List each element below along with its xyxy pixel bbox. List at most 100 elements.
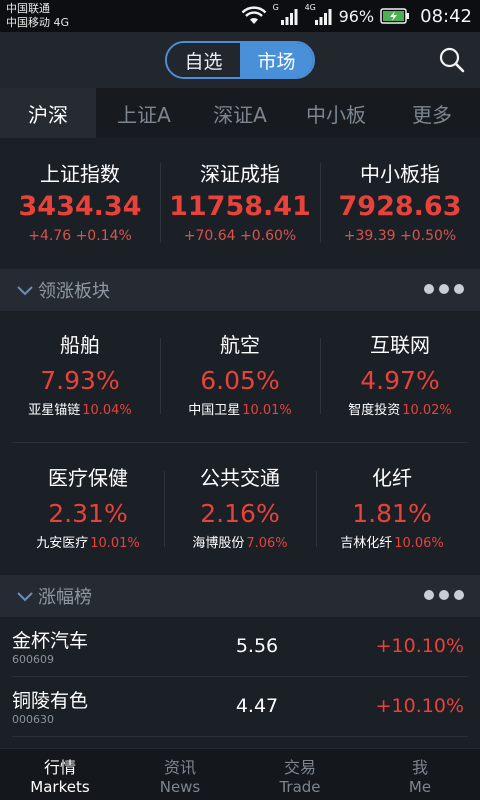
lead-stock-change: 10.01% bbox=[242, 403, 292, 418]
signal-1-icon: G bbox=[273, 3, 299, 26]
lead-stock-name: 智度投资 bbox=[348, 403, 401, 418]
tab-shenzhen-a[interactable]: 深证A bbox=[192, 88, 288, 138]
index-card-sme[interactable]: 中小板指 7928.63 +39.39 +0.50% bbox=[320, 155, 480, 251]
tab-shanghai-a[interactable]: 上证A bbox=[96, 88, 192, 138]
segment-market[interactable]: 市场 bbox=[240, 43, 313, 77]
nav-label-cn: 交易 bbox=[283, 758, 316, 777]
list-item[interactable]: 金杯汽车 600609 5.56 +10.10% bbox=[12, 617, 468, 677]
top-gainers-list: 金杯汽车 600609 5.56 +10.10% 铜陵有色 000630 4.4… bbox=[0, 617, 480, 745]
index-card-shenzhen[interactable]: 深证成指 11758.41 +70.64 +0.60% bbox=[160, 155, 320, 251]
watchlist-market-toggle: 自选 市场 bbox=[165, 41, 315, 79]
sector-change: 2.31% bbox=[48, 499, 128, 528]
bottom-nav: 行情 Markets 资讯 News 交易 Trade 我 Me bbox=[0, 748, 480, 800]
segment-watchlist[interactable]: 自选 bbox=[167, 43, 240, 77]
status-icons: G 4G 96% 08:42 bbox=[241, 3, 472, 28]
index-value: 7928.63 bbox=[338, 191, 462, 222]
tab-more[interactable]: 更多 bbox=[384, 88, 480, 138]
sector-row: 医疗保健 2.31% 九安医疗 10.01% 公共交通 2.16% 海博股份 7.0… bbox=[12, 442, 468, 574]
lead-stock-name: 九安医疗 bbox=[36, 536, 89, 551]
stock-name: 金杯汽车 bbox=[12, 630, 89, 652]
leading-sectors-grid: 船舶 7.93% 亚星锚链 10.04% 航空 6.05% 中国卫星 10.01% … bbox=[0, 310, 480, 576]
sector-lead-stock: 海博股份 7.06% bbox=[164, 535, 316, 553]
index-name: 中小板指 bbox=[360, 162, 440, 186]
stock-price: 4.47 bbox=[235, 695, 279, 717]
more-dots-icon[interactable] bbox=[424, 590, 464, 600]
more-dots-icon[interactable] bbox=[424, 284, 464, 294]
stock-change: +10.10% bbox=[375, 695, 464, 717]
status-bar: 中国联通 中国移动 4G G 4G 96% 08:42 bbox=[0, 0, 480, 32]
sector-card[interactable]: 航空 6.05% 中国卫星 10.01% bbox=[160, 310, 320, 442]
wifi-icon bbox=[241, 6, 266, 24]
sector-card[interactable]: 医疗保健 2.31% 九安医疗 10.01% bbox=[12, 443, 164, 574]
lead-stock-name: 吉林化纤 bbox=[340, 536, 393, 551]
nav-news[interactable]: 资讯 News bbox=[120, 749, 240, 800]
stock-change: +10.10% bbox=[375, 635, 464, 657]
sector-card[interactable]: 公共交通 2.16% 海博股份 7.06% bbox=[164, 443, 316, 574]
stock-code: 600609 bbox=[12, 653, 54, 666]
sector-card[interactable]: 化纤 1.81% 吉林化纤 10.06% bbox=[316, 443, 468, 574]
chevron-down-icon bbox=[17, 286, 33, 296]
clock: 08:42 bbox=[420, 5, 472, 27]
sector-name: 船舶 bbox=[60, 333, 100, 357]
app-header: 自选 市场 bbox=[0, 32, 480, 88]
nav-label-en: Trade bbox=[279, 778, 321, 796]
lead-stock-change: 10.02% bbox=[402, 403, 452, 418]
carrier-1-label: 中国联通 bbox=[6, 2, 50, 15]
sector-change: 1.81% bbox=[352, 499, 432, 528]
sector-name: 医疗保健 bbox=[48, 466, 128, 490]
top-gainers-header[interactable]: 涨幅榜 bbox=[0, 575, 480, 617]
lead-stock-change: 7.06% bbox=[246, 536, 288, 551]
index-change: +4.76 +0.14% bbox=[28, 228, 132, 244]
sector-card[interactable]: 互联网 4.97% 智度投资 10.02% bbox=[320, 310, 480, 442]
search-icon[interactable] bbox=[438, 46, 466, 74]
nav-label-en: Markets bbox=[30, 778, 90, 796]
lead-stock-name: 海博股份 bbox=[192, 536, 245, 551]
index-change: +70.64 +0.60% bbox=[183, 228, 297, 244]
sector-row: 船舶 7.93% 亚星锚链 10.04% 航空 6.05% 中国卫星 10.01% … bbox=[0, 310, 480, 442]
sector-name: 航空 bbox=[220, 333, 260, 357]
nav-me[interactable]: 我 Me bbox=[360, 749, 480, 800]
index-name: 上证指数 bbox=[40, 162, 120, 186]
nav-label-cn: 我 bbox=[411, 758, 428, 777]
sector-change: 2.16% bbox=[200, 499, 280, 528]
sector-lead-stock: 中国卫星 10.01% bbox=[160, 402, 320, 420]
tab-hushen[interactable]: 沪深 bbox=[0, 88, 96, 138]
nav-label-cn: 资讯 bbox=[163, 758, 196, 777]
sector-lead-stock: 亚星锚链 10.04% bbox=[0, 402, 160, 420]
lead-stock-change: 10.04% bbox=[82, 403, 132, 418]
index-value: 11758.41 bbox=[169, 191, 311, 222]
lead-stock-change: 10.01% bbox=[90, 536, 140, 551]
leading-sectors-header[interactable]: 领涨板块 bbox=[0, 269, 480, 311]
index-value: 3434.34 bbox=[18, 191, 142, 222]
nav-label-en: Me bbox=[408, 778, 432, 796]
nav-label-cn: 行情 bbox=[43, 758, 76, 777]
sector-change: 7.93% bbox=[40, 366, 120, 395]
lead-stock-name: 亚星锚链 bbox=[28, 403, 81, 418]
sector-name: 公共交通 bbox=[200, 466, 280, 490]
sector-lead-stock: 九安医疗 10.01% bbox=[12, 535, 164, 553]
stock-code: 000630 bbox=[12, 713, 54, 726]
nav-label-en: News bbox=[159, 778, 201, 796]
sector-card[interactable]: 船舶 7.93% 亚星锚链 10.04% bbox=[0, 310, 160, 442]
market-tabs: 沪深 上证A 深证A 中小板 更多 bbox=[0, 88, 480, 138]
sector-change: 4.97% bbox=[360, 366, 440, 395]
lead-stock-change: 10.06% bbox=[394, 536, 444, 551]
index-card-shanghai[interactable]: 上证指数 3434.34 +4.76 +0.14% bbox=[0, 155, 160, 251]
sector-lead-stock: 智度投资 10.02% bbox=[320, 402, 480, 420]
carrier-info: 中国联通 中国移动 4G bbox=[6, 2, 69, 30]
nav-trade[interactable]: 交易 Trade bbox=[240, 749, 360, 800]
sector-lead-stock: 吉林化纤 10.06% bbox=[316, 535, 468, 553]
sector-change: 6.05% bbox=[200, 366, 280, 395]
index-change: +39.39 +0.50% bbox=[343, 228, 457, 244]
section-title: 涨幅榜 bbox=[38, 587, 92, 608]
nav-markets[interactable]: 行情 Markets bbox=[0, 749, 120, 800]
list-item[interactable]: 铜陵有色 000630 4.47 +10.10% bbox=[12, 677, 468, 737]
index-summary: 上证指数 3434.34 +4.76 +0.14% 深证成指 11758.41 … bbox=[0, 138, 480, 268]
tab-sme-board[interactable]: 中小板 bbox=[288, 88, 384, 138]
chevron-down-icon bbox=[17, 592, 33, 602]
carrier-2-label: 中国移动 4G bbox=[6, 16, 70, 29]
sector-name: 互联网 bbox=[370, 333, 430, 357]
stock-price: 5.56 bbox=[235, 635, 279, 657]
sector-name: 化纤 bbox=[372, 466, 412, 490]
battery-charging-icon bbox=[380, 8, 410, 24]
